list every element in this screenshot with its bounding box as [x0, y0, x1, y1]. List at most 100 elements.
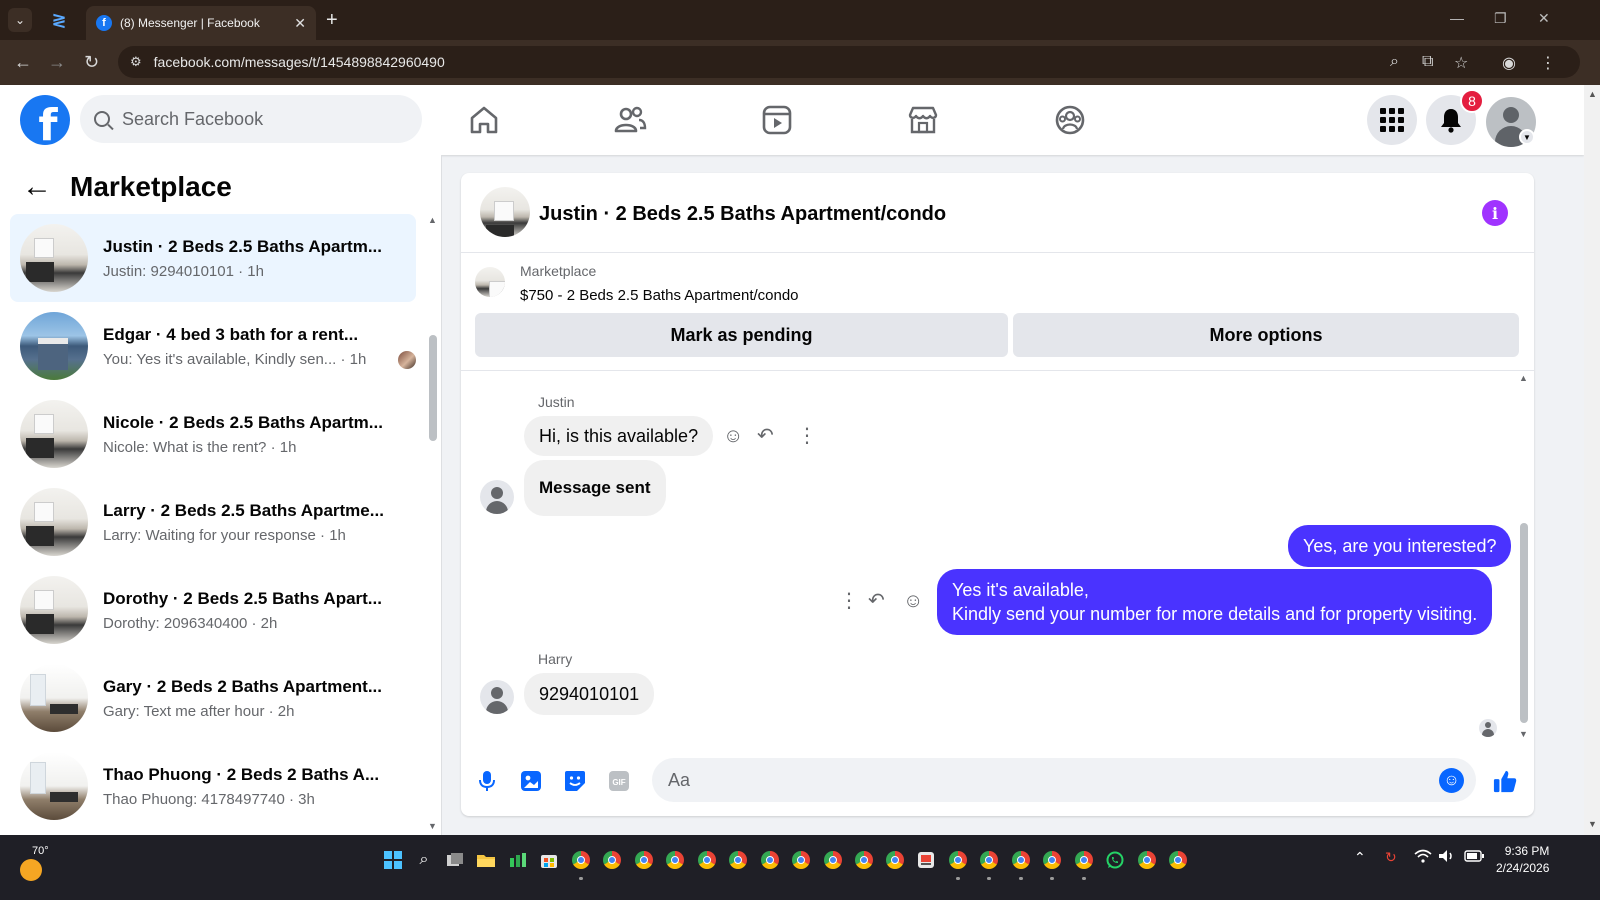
listing-mini-thumbnail[interactable]	[475, 267, 505, 297]
chrome-icon[interactable]	[854, 850, 874, 870]
restore-button[interactable]: ❐	[1494, 10, 1507, 27]
new-tab-button[interactable]: +	[326, 10, 338, 30]
close-window-button[interactable]: ✕	[1538, 10, 1550, 27]
more-actions-icon[interactable]: ⋮	[839, 591, 859, 611]
react-emoji-icon[interactable]: ☺	[903, 591, 923, 611]
install-app-icon[interactable]: ⧉	[1422, 53, 1433, 71]
chrome-icon[interactable]	[1074, 850, 1094, 870]
chrome-icon[interactable]	[571, 850, 591, 870]
scroll-up-arrow[interactable]: ▲	[1519, 373, 1528, 383]
conversation-item[interactable]: Gary · 2 Beds 2 Baths Apartment... Gary:…	[10, 654, 416, 742]
chrome-icon[interactable]	[602, 850, 622, 870]
store-icon[interactable]	[539, 850, 559, 870]
info-icon[interactable]: i	[1482, 200, 1508, 226]
scrollbar-thumb[interactable]	[1520, 523, 1528, 723]
video-icon[interactable]	[760, 103, 794, 137]
more-options-button[interactable]: More options	[1013, 313, 1519, 357]
chrome-icon[interactable]	[697, 850, 717, 870]
battery-icon[interactable]	[1464, 849, 1484, 865]
microphone-icon[interactable]	[475, 769, 499, 793]
chrome-icon[interactable]	[791, 850, 811, 870]
chrome-icon[interactable]	[1042, 850, 1062, 870]
conversation-item[interactable]: Nicole · 2 Beds 2.5 Baths Apartm... Nico…	[10, 390, 416, 478]
bookmark-star-icon[interactable]: ☆	[1454, 53, 1468, 73]
conversation-item[interactable]: Dorothy · 2 Beds 2.5 Baths Apart... Doro…	[10, 566, 416, 654]
file-explorer-icon[interactable]	[476, 850, 496, 870]
chrome-icon[interactable]	[823, 850, 843, 870]
chrome-icon[interactable]	[728, 850, 748, 870]
notifications-button[interactable]: 8	[1426, 89, 1484, 145]
stocks-app-icon[interactable]	[508, 850, 528, 870]
chrome-icon[interactable]	[948, 850, 968, 870]
friends-icon[interactable]	[613, 103, 647, 137]
chrome-icon[interactable]	[760, 850, 780, 870]
minimize-button[interactable]: —	[1450, 10, 1464, 26]
scroll-down-arrow[interactable]: ▼	[428, 821, 437, 831]
site-settings-icon[interactable]: ⚙	[130, 54, 142, 70]
chrome-icon[interactable]	[634, 850, 654, 870]
scroll-up-arrow[interactable]: ▲	[428, 215, 437, 225]
sticker-icon[interactable]	[563, 769, 587, 793]
mark-as-pending-button[interactable]: Mark as pending	[475, 313, 1008, 357]
forward-button[interactable]: →	[48, 52, 66, 72]
facebook-logo[interactable]: f	[20, 95, 70, 145]
browser-menu-icon[interactable]: ⋮	[1540, 53, 1556, 73]
zoom-icon[interactable]: ⌕	[1390, 53, 1399, 71]
start-button[interactable]	[383, 850, 403, 870]
outgoing-message[interactable]: Yes it's available, Kindly send your num…	[937, 569, 1493, 635]
conversation-item[interactable]: Larry · 2 Beds 2.5 Baths Apartme... Larr…	[10, 478, 416, 566]
reply-icon[interactable]: ↶	[868, 591, 885, 611]
reply-icon[interactable]: ↶	[757, 426, 774, 446]
emoji-icon[interactable]: ☺	[1439, 768, 1464, 793]
incoming-message[interactable]: 9294010101	[524, 673, 655, 715]
groups-icon[interactable]	[1053, 103, 1087, 137]
chrome-icon[interactable]	[1137, 850, 1157, 870]
scroll-up-arrow[interactable]: ▲	[1588, 89, 1597, 99]
conversation-item[interactable]: Justin · 2 Beds 2.5 Baths Apartm... Just…	[10, 214, 416, 302]
profile-icon[interactable]: ◉	[1502, 53, 1516, 73]
volume-icon[interactable]	[1438, 849, 1456, 866]
scroll-down-arrow[interactable]: ▼	[1519, 729, 1528, 739]
back-button[interactable]: ←	[14, 52, 32, 72]
menu-grid-button[interactable]	[1367, 95, 1417, 145]
thumbs-up-icon[interactable]	[1493, 769, 1517, 793]
message-input-box[interactable]: ☺	[652, 758, 1476, 802]
chrome-icon[interactable]	[979, 850, 999, 870]
reload-button[interactable]: ↻	[84, 52, 99, 72]
search-icon[interactable]: ⌕	[414, 850, 434, 870]
marketplace-icon[interactable]	[906, 103, 940, 137]
scroll-down-arrow[interactable]: ▼	[1588, 819, 1597, 829]
media-app-icon[interactable]	[916, 850, 936, 870]
sender-avatar[interactable]	[480, 480, 514, 514]
gif-icon[interactable]: GIF	[607, 769, 631, 793]
sender-avatar[interactable]	[480, 680, 514, 714]
chrome-icon[interactable]	[1011, 850, 1031, 870]
tab-close-icon[interactable]: ✕	[294, 15, 306, 32]
weather-widget[interactable]: 70°	[18, 845, 49, 881]
chrome-icon[interactable]	[665, 850, 685, 870]
task-view-icon[interactable]	[445, 850, 465, 870]
chrome-icon[interactable]	[885, 850, 905, 870]
chevron-down-icon[interactable]: ▼	[1519, 129, 1535, 145]
search-box[interactable]	[80, 95, 422, 143]
search-input[interactable]	[122, 108, 382, 130]
listing-price[interactable]: $750 - 2 Beds 2.5 Baths Apartment/condo	[520, 287, 799, 304]
extension-icon[interactable]: ≷	[48, 9, 70, 31]
incoming-message[interactable]: Hi, is this available?	[524, 416, 714, 456]
wifi-icon[interactable]	[1414, 849, 1432, 866]
back-arrow-icon[interactable]: ←	[22, 172, 52, 202]
chrome-icon[interactable]	[1168, 850, 1188, 870]
browser-tab[interactable]: f (8) Messenger | Facebook ✕	[86, 6, 316, 40]
photo-icon[interactable]	[519, 769, 543, 793]
chevron-up-icon[interactable]: ⌃	[1354, 849, 1366, 866]
outgoing-message[interactable]: Yes, are you interested?	[1288, 525, 1512, 567]
home-icon[interactable]	[467, 103, 501, 137]
scrollbar-thumb[interactable]	[429, 335, 437, 441]
chat-thumbnail[interactable]	[480, 187, 530, 237]
conversation-item[interactable]: Edgar · 4 bed 3 bath for a rent... You: …	[10, 302, 416, 390]
incoming-message[interactable]: Message sent	[524, 460, 666, 516]
message-input[interactable]	[668, 769, 1428, 791]
sync-app-icon[interactable]: ↻	[1385, 849, 1397, 866]
react-emoji-icon[interactable]: ☺	[723, 426, 743, 446]
url-field[interactable]: ⚙ facebook.com/messages/t/14548988429604…	[118, 46, 1580, 78]
